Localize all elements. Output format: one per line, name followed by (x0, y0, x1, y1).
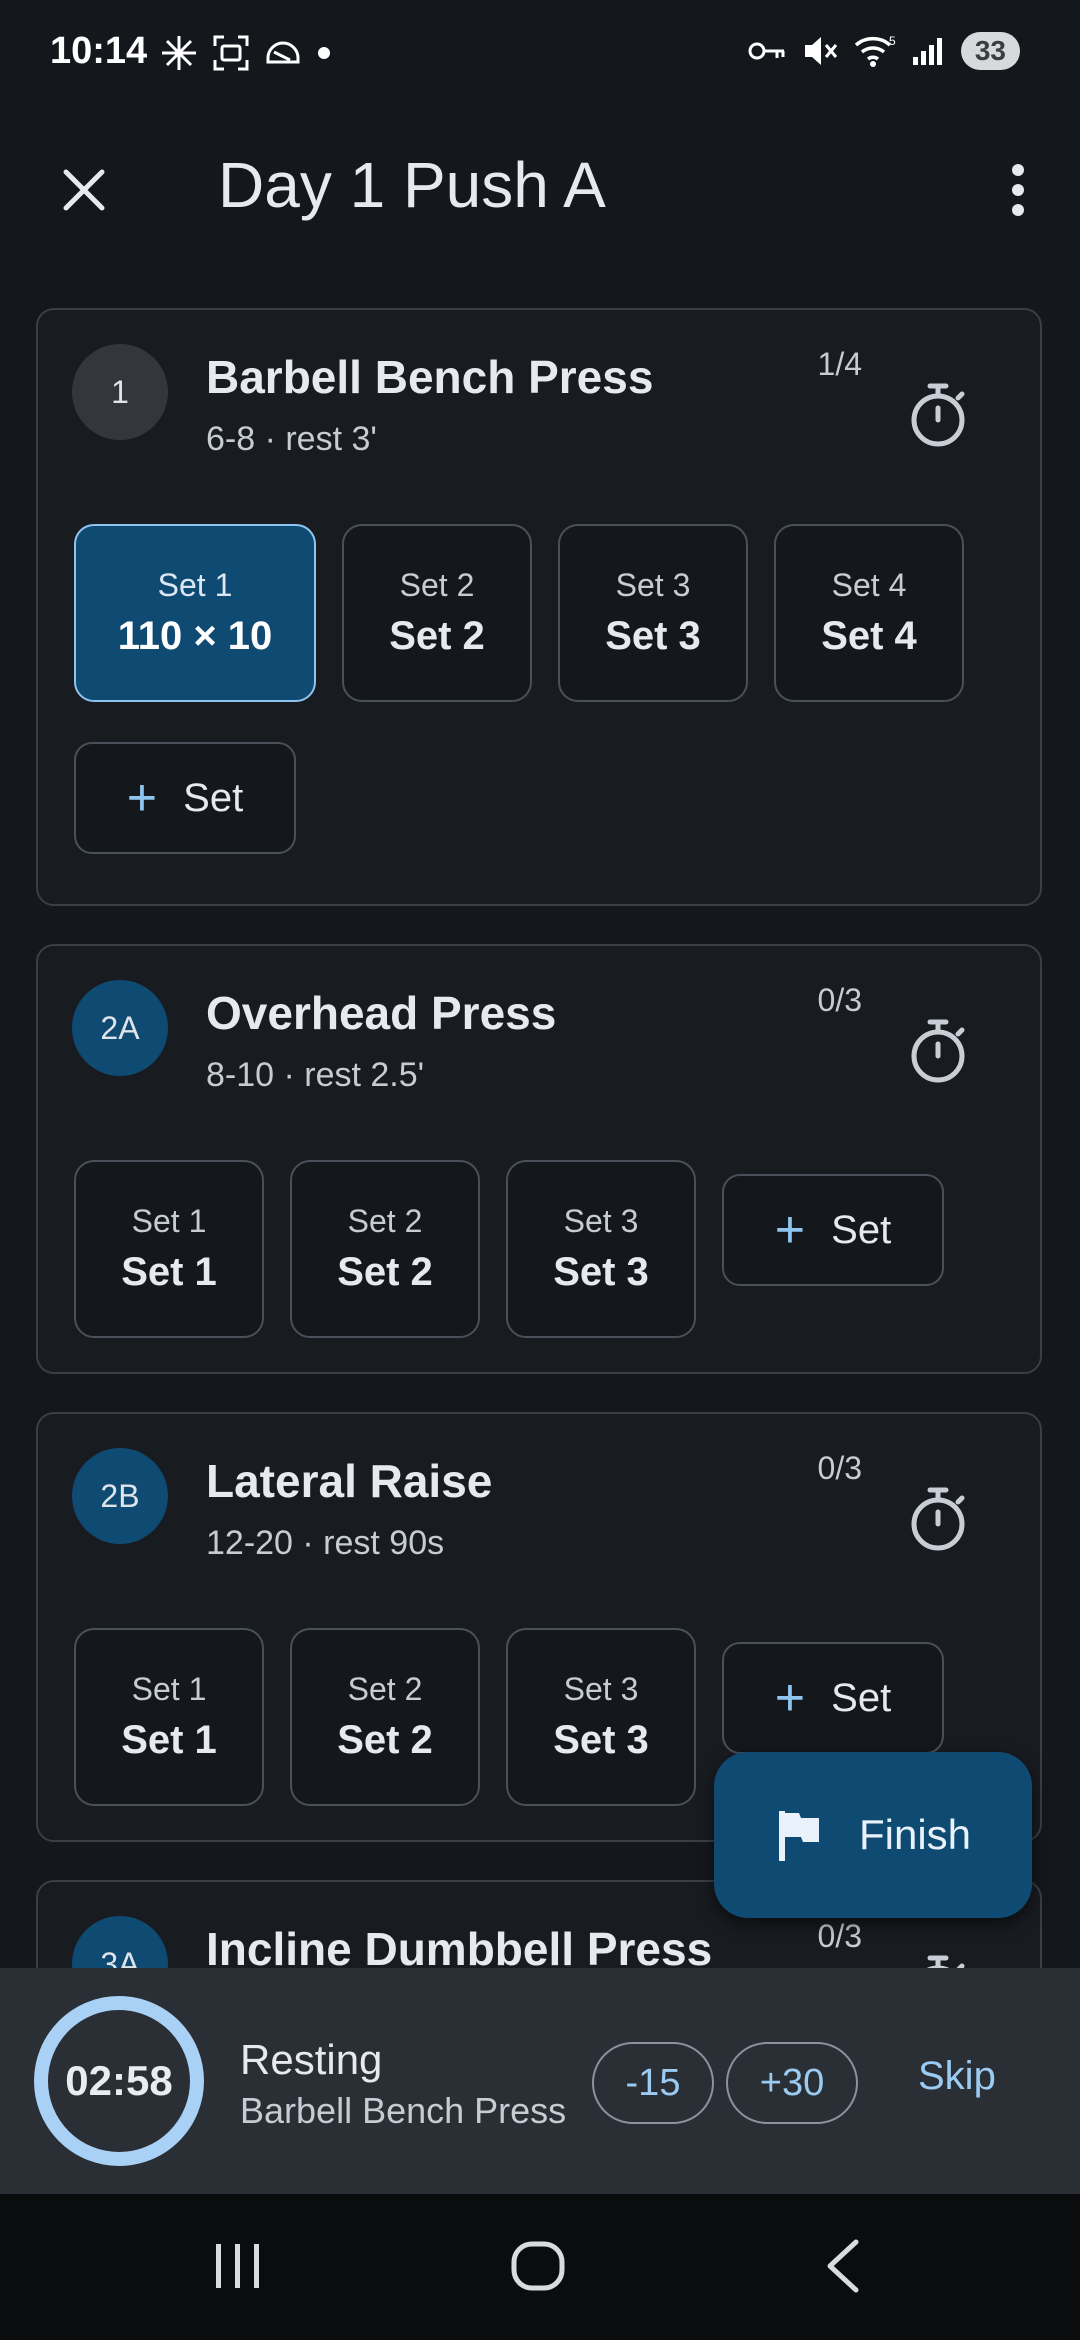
add-set-button[interactable]: + Set (722, 1642, 944, 1754)
mute-icon (804, 37, 837, 65)
skip-button[interactable]: Skip (918, 2054, 996, 2099)
app-bar: Day 1 Push A (0, 110, 1080, 260)
sparkle-icon (162, 36, 196, 70)
set-value: Set 3 (605, 614, 701, 658)
more-vert-icon (1012, 164, 1024, 216)
set-label: Set 3 (615, 567, 691, 603)
exercise-name[interactable]: Overhead Press (206, 986, 556, 1040)
set-label: Set 1 (131, 1203, 207, 1239)
set-chip[interactable]: Set 1 Set 1 (74, 1160, 264, 1338)
rest-timer-value: 02:58 (65, 2057, 173, 2104)
plus-icon: + (774, 1201, 806, 1259)
add-set-button[interactable]: + Set (722, 1174, 944, 1286)
plus-30-button[interactable]: +30 (726, 2042, 858, 2124)
status-bar: 10:14 5 33 (0, 0, 1080, 110)
more-options-button[interactable] (986, 158, 1050, 222)
plus-icon: + (774, 1669, 806, 1727)
set-chip[interactable]: Set 2 Set 2 (290, 1160, 480, 1338)
page-title: Day 1 Push A (218, 149, 606, 221)
exercise-badge: 2A (72, 980, 168, 1076)
battery-level: 33 (974, 35, 1006, 66)
exercise-name[interactable]: Lateral Raise (206, 1454, 492, 1508)
close-button[interactable] (52, 158, 116, 222)
set-label: Set 2 (347, 1203, 423, 1239)
set-chip[interactable]: Set 1 Set 1 (74, 1628, 264, 1806)
exercise-card: 1 Barbell Bench Press 6-8 · rest 3' 1/4 … (36, 308, 1042, 906)
dot-icon (318, 47, 330, 59)
wifi-icon: 5 (854, 34, 896, 67)
set-value: Set 1 (121, 1718, 217, 1762)
exercise-badge: 1 (72, 344, 168, 440)
exercise-set-count: 0/3 (817, 1450, 862, 1486)
exercise-badge: 2B (72, 1448, 168, 1544)
helmet-icon (266, 41, 300, 64)
finish-label: Finish (858, 1811, 972, 1858)
set-label: Set 1 (131, 1671, 207, 1707)
set-chip[interactable]: Set 1 110 × 10 (74, 524, 316, 702)
rest-timer-icon[interactable] (908, 382, 968, 448)
add-set-label: Set (831, 1675, 892, 1720)
add-set-label: Set (831, 1207, 892, 1252)
status-time: 10:14 (50, 30, 148, 72)
rest-subtitle: Barbell Bench Press (240, 2090, 567, 2131)
finish-button[interactable]: Finish (714, 1752, 1032, 1918)
close-icon (63, 169, 105, 211)
set-value: Set 2 (337, 1718, 433, 1762)
exercise-name[interactable]: Barbell Bench Press (206, 350, 653, 404)
set-chip[interactable]: Set 2 Set 2 (342, 524, 532, 702)
set-label: Set 3 (563, 1203, 639, 1239)
add-set-button[interactable]: + Set (74, 742, 296, 854)
system-nav-bar (0, 2194, 1080, 2340)
back-icon[interactable] (816, 2236, 872, 2296)
set-label: Set 4 (831, 567, 907, 603)
exercise-meta: 6-8 · rest 3' (206, 420, 377, 458)
status-right-icons: 5 33 (747, 32, 1020, 70)
set-value: Set 1 (121, 1250, 217, 1294)
signal-icon (912, 38, 942, 65)
set-chip[interactable]: Set 3 Set 3 (506, 1160, 696, 1338)
exercise-set-count: 1/4 (817, 346, 862, 382)
set-chip[interactable]: Set 4 Set 4 (774, 524, 964, 702)
set-value: Set 3 (553, 1250, 649, 1294)
home-icon[interactable] (508, 2236, 568, 2296)
rest-timer-bar: 02:58 Resting Barbell Bench Press -15 +3… (0, 1968, 1080, 2194)
set-value: Set 2 (389, 614, 485, 658)
set-label: Set 2 (399, 567, 475, 603)
set-label: Set 2 (347, 1671, 423, 1707)
set-label: Set 1 (157, 567, 233, 603)
flag-icon (778, 1811, 819, 1861)
exercise-set-count: 0/3 (817, 1918, 862, 1954)
plus-icon: + (126, 769, 158, 827)
status-left-icons (160, 34, 332, 72)
add-set-label: Set (183, 775, 244, 820)
set-chip[interactable]: Set 3 Set 3 (558, 524, 748, 702)
key-icon (748, 42, 785, 60)
set-value: Set 2 (337, 1250, 433, 1294)
battery-icon: 33 (960, 32, 1020, 70)
rest-timer-icon[interactable] (908, 1486, 968, 1552)
set-chip[interactable]: Set 2 Set 2 (290, 1628, 480, 1806)
set-value: 110 × 10 (117, 614, 273, 658)
exercise-meta: 8-10 · rest 2.5' (206, 1056, 425, 1094)
rest-timer-icon[interactable] (908, 1018, 968, 1084)
rest-timer-ring: 02:58 (34, 1996, 204, 2166)
recents-icon[interactable] (210, 2238, 266, 2294)
minus-15-button[interactable]: -15 (592, 2042, 714, 2124)
screen-capture-icon (213, 35, 249, 71)
svg-text:5: 5 (889, 34, 896, 48)
set-value: Set 3 (553, 1718, 649, 1762)
exercise-meta: 12-20 · rest 90s (206, 1524, 445, 1562)
set-label: Set 3 (563, 1671, 639, 1707)
set-chip[interactable]: Set 3 Set 3 (506, 1628, 696, 1806)
set-value: Set 4 (821, 614, 917, 658)
rest-title: Resting (240, 2036, 383, 2083)
exercise-card: 2A Overhead Press 8-10 · rest 2.5' 0/3 S… (36, 944, 1042, 1374)
exercise-set-count: 0/3 (817, 982, 862, 1018)
